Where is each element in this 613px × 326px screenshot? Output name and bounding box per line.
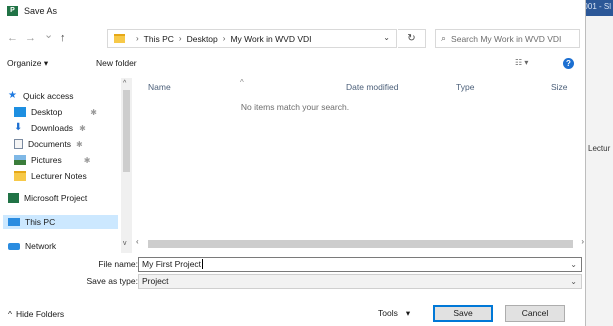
sidebar-item-this-pc[interactable]: This PC xyxy=(3,215,118,229)
breadcrumb-separator-icon: › xyxy=(178,34,182,43)
cancel-button[interactable]: Cancel xyxy=(505,305,565,322)
hide-folders-button[interactable]: ^ Hide Folders xyxy=(8,309,64,319)
refresh-icon[interactable]: ↻ xyxy=(398,29,426,48)
empty-results-message: No items match your search. xyxy=(240,102,350,112)
scroll-left-icon[interactable]: ‹ xyxy=(136,237,139,246)
sidebar-item-label: Pictures xyxy=(31,155,62,165)
scrollbar-thumb[interactable] xyxy=(148,240,573,248)
sidebar-item-microsoft-project[interactable]: Microsoft Project xyxy=(8,191,87,205)
save-button[interactable]: Save xyxy=(433,305,493,322)
sidebar-item-network[interactable]: Network xyxy=(8,239,56,253)
dialog-footer: ^ Hide Folders Tools ▾ Save Cancel xyxy=(0,303,586,326)
sidebar-item-desktop[interactable]: Desktop ✱ xyxy=(14,105,97,119)
address-bar[interactable]: › This PC › Desktop › My Work in WVD VDI… xyxy=(107,29,397,48)
pin-icon: ✱ xyxy=(79,123,86,133)
save-as-type-select[interactable]: Project ⌄ xyxy=(138,274,582,289)
pin-icon: ✱ xyxy=(76,139,83,149)
sidebar-item-label: Documents xyxy=(28,139,71,149)
pictures-icon xyxy=(14,155,26,165)
breadcrumb-current-folder[interactable]: My Work in WVD VDI xyxy=(230,34,311,44)
file-name-value: My First Project xyxy=(142,259,204,269)
up-arrow-icon[interactable]: ↑ xyxy=(60,32,66,44)
navigation-pane: ★ Quick access Desktop ✱ ⬇ Downloads ✱ D… xyxy=(0,78,120,253)
file-name-input[interactable]: My First Project ⌄ xyxy=(138,257,582,272)
navigation-bar: ← → ⌄ ↑ › This PC › Desktop › My Work in… xyxy=(0,28,586,50)
sidebar-item-quick-access[interactable]: ★ Quick access xyxy=(8,89,74,103)
chevron-down-icon: ▾ xyxy=(405,308,411,318)
file-list-horizontal-scrollbar[interactable]: ‹ › xyxy=(134,237,586,249)
documents-icon xyxy=(14,139,23,149)
chevron-down-icon[interactable]: ⌄ xyxy=(570,275,577,288)
breadcrumb-separator-icon: › xyxy=(222,34,226,43)
column-header-name[interactable]: Name xyxy=(148,82,171,92)
network-icon xyxy=(8,242,20,250)
organize-menu[interactable]: Organize ▾ xyxy=(7,58,48,69)
sidebar-item-label: Network xyxy=(25,241,57,251)
save-form: File name: My First Project ⌄ Save as ty… xyxy=(0,255,586,295)
folder-icon xyxy=(14,171,26,181)
save-as-type-label: Save as type: xyxy=(86,276,138,286)
sidebar-item-pictures[interactable]: Pictures ✱ xyxy=(14,153,90,167)
sort-ascending-icon: ^ xyxy=(240,78,244,87)
scroll-right-icon[interactable]: › xyxy=(581,237,584,246)
pin-icon: ✱ xyxy=(90,107,97,117)
sidebar-item-label: Desktop xyxy=(31,107,63,117)
new-folder-button[interactable]: New folder xyxy=(96,58,137,68)
project-icon xyxy=(8,193,19,203)
background-side-pane xyxy=(585,16,613,326)
chevron-up-icon: ^ xyxy=(8,309,12,319)
computer-icon xyxy=(8,218,20,226)
scrollbar-thumb[interactable] xyxy=(123,90,130,172)
file-list-header: Name ^ Date modified Type Size xyxy=(134,78,586,94)
sidebar-item-label: Quick access xyxy=(23,91,74,101)
breadcrumb-separator-icon: › xyxy=(136,34,139,43)
tools-menu[interactable]: Tools ▾ xyxy=(378,308,410,319)
dialog-titlebar: P Save As xyxy=(0,0,380,22)
search-box[interactable]: ⌕ Search My Work in WVD VDI xyxy=(435,29,580,48)
column-header-type[interactable]: Type xyxy=(456,82,474,92)
scroll-down-icon[interactable]: v xyxy=(123,240,127,247)
sidebar-item-label: Downloads xyxy=(31,123,74,133)
background-side-label: Lectur xyxy=(588,144,611,153)
search-icon: ⌕ xyxy=(441,33,447,43)
scroll-up-icon[interactable]: ^ xyxy=(123,80,126,87)
dialog-title: Save As xyxy=(24,6,58,16)
star-icon: ★ xyxy=(8,90,17,101)
file-name-label: File name: xyxy=(98,259,138,269)
help-icon[interactable]: ? xyxy=(563,58,574,69)
recent-locations-icon[interactable]: ⌄ xyxy=(44,29,53,41)
column-header-size[interactable]: Size xyxy=(551,82,568,92)
sidebar-item-lecturer-notes[interactable]: Lecturer Notes xyxy=(14,169,87,183)
sidebar-item-documents[interactable]: Documents ✱ xyxy=(14,137,83,151)
desktop-icon xyxy=(14,107,26,117)
breadcrumb-this-pc[interactable]: This PC xyxy=(144,34,174,44)
chevron-down-icon[interactable]: ⌄ xyxy=(570,258,577,271)
hide-folders-label: Hide Folders xyxy=(16,309,65,319)
sidebar-item-label: Lecturer Notes xyxy=(31,171,87,181)
sidebar-item-label: This PC xyxy=(25,217,56,227)
save-as-dialog: P Save As ← → ⌄ ↑ › This PC › Desktop › … xyxy=(0,0,586,326)
back-arrow-icon[interactable]: ← xyxy=(7,32,18,44)
navigation-pane-scrollbar[interactable]: ^ v xyxy=(121,78,132,253)
tools-label: Tools xyxy=(378,308,398,318)
sidebar-item-downloads[interactable]: ⬇ Downloads ✱ xyxy=(14,121,86,135)
view-options-icon[interactable]: ☷ ▾ xyxy=(515,58,528,67)
search-placeholder: Search My Work in WVD VDI xyxy=(451,33,562,44)
forward-arrow-icon[interactable]: → xyxy=(25,32,36,44)
command-toolbar: Organize ▾ New folder ☷ ▾ ? xyxy=(0,55,586,73)
download-icon: ⬇ xyxy=(14,122,23,133)
sidebar-item-label: Microsoft Project xyxy=(24,193,88,203)
save-as-type-value: Project xyxy=(142,276,169,286)
folder-icon xyxy=(114,34,125,43)
pin-icon: ✱ xyxy=(83,155,91,165)
project-app-icon: P xyxy=(7,6,18,16)
address-dropdown-icon[interactable]: ⌄ xyxy=(383,33,390,42)
column-header-date-modified[interactable]: Date modified xyxy=(346,82,398,92)
breadcrumb-desktop[interactable]: Desktop xyxy=(187,34,218,44)
